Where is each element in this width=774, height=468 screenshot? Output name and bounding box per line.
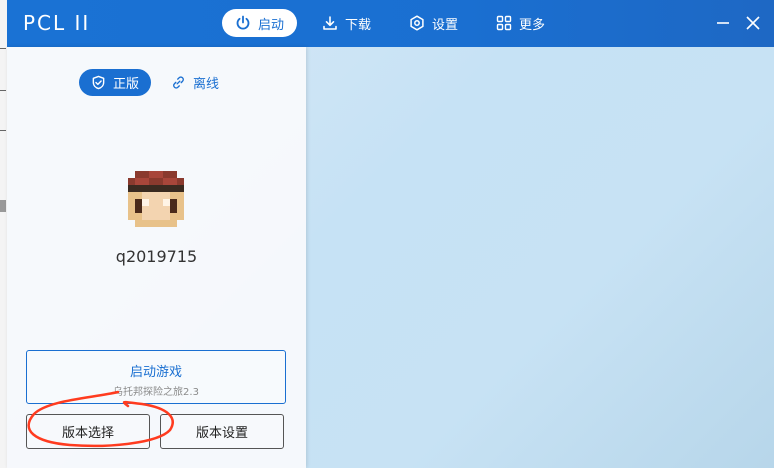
nav-download-label: 下载 — [345, 17, 372, 33]
nav-more[interactable]: 更多 — [483, 9, 558, 37]
mode-offline-label: 离线 — [193, 77, 220, 92]
version-settings-button[interactable]: 版本设置 — [160, 414, 284, 449]
minimize-button[interactable] — [713, 13, 733, 33]
selected-version-label: 乌托邦探险之旅2.3 — [113, 387, 199, 398]
download-icon — [323, 16, 337, 30]
version-select-button[interactable]: 版本选择 — [26, 414, 150, 449]
username: q2019715 — [115, 247, 198, 266]
mode-offline[interactable]: 离线 — [159, 69, 231, 96]
avatar — [128, 171, 184, 227]
mode-official-label: 正版 — [113, 77, 140, 92]
mode-official[interactable]: 正版 — [79, 69, 152, 96]
gear-icon — [410, 15, 424, 31]
launch-game-label: 启动游戏 — [129, 365, 182, 380]
nav-settings[interactable]: 设置 — [396, 9, 471, 37]
login-mode-switch: 正版 离线 — [79, 69, 239, 96]
nav-download[interactable]: 下载 — [309, 9, 384, 37]
nav-launch[interactable]: 启动 — [222, 9, 298, 37]
app-title: PCL II — [23, 11, 91, 35]
link-icon — [173, 76, 184, 89]
power-icon — [236, 15, 250, 30]
shield-icon — [92, 75, 105, 90]
top-nav: 启动 下载 设置 更多 — [222, 9, 570, 37]
nav-settings-label: 设置 — [432, 17, 459, 33]
launch-panel: 正版 离线 q2019715 启动游戏 乌托邦探险之旅2.3 版本选择 版本设置 — [7, 47, 306, 468]
grid-icon — [496, 15, 512, 31]
nav-more-label: 更多 — [519, 17, 546, 33]
nav-launch-label: 启动 — [258, 17, 285, 33]
minimize-icon — [717, 22, 729, 24]
close-button[interactable] — [743, 13, 763, 33]
launcher-window: PCL II 启动 下载 设置 更多 正版 离线 q2019715 启动游戏 乌… — [7, 0, 774, 468]
close-icon — [746, 16, 760, 30]
launch-game-button[interactable]: 启动游戏 乌托邦探险之旅2.3 — [26, 350, 286, 404]
title-bar[interactable]: PCL II 启动 下载 设置 更多 — [7, 0, 774, 47]
